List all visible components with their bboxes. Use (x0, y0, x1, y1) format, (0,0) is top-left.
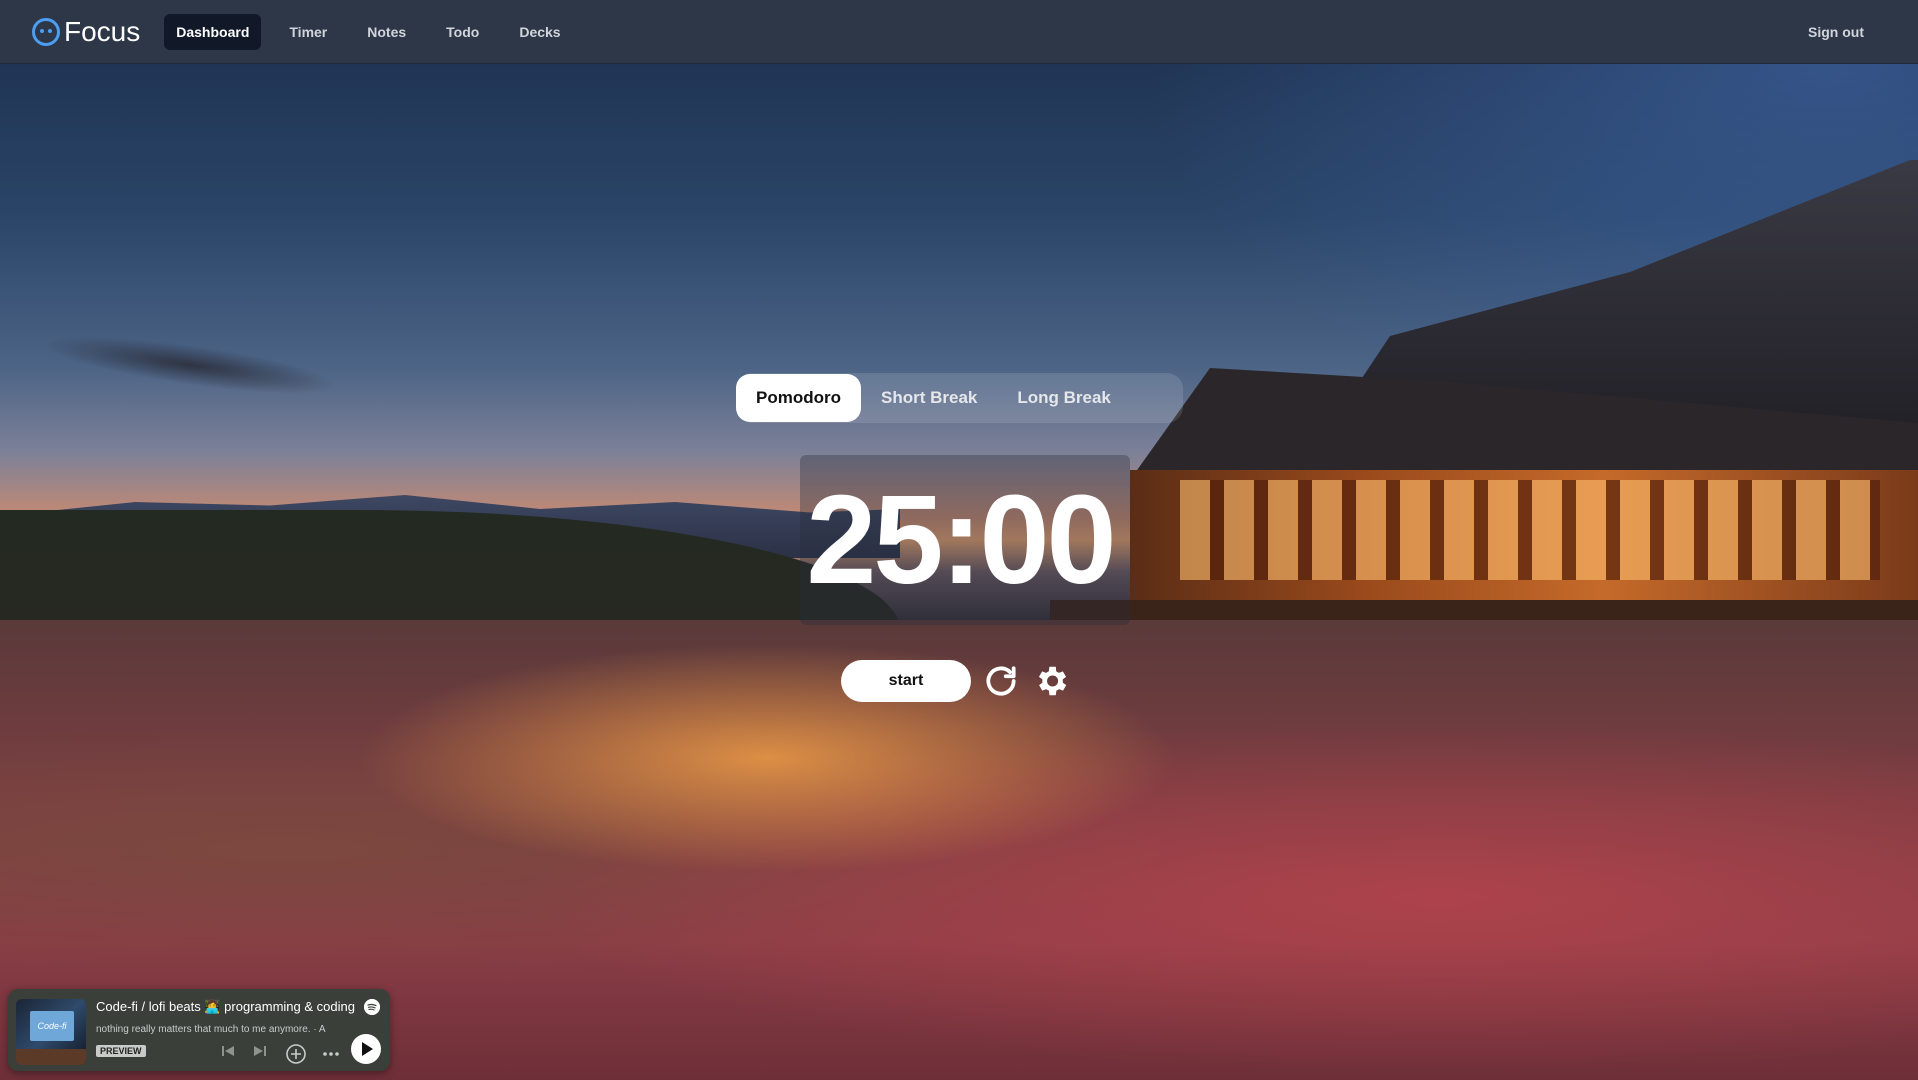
player-title[interactable]: Code-fi / lofi beats 👩‍💻 programming & c… (96, 999, 361, 1015)
brand-name: Focus (64, 15, 141, 47)
album-art-desk (16, 1049, 86, 1065)
nav-item-todo[interactable]: Todo (434, 14, 491, 50)
timer-controls: start (841, 660, 1071, 702)
tab-pomodoro[interactable]: Pomodoro (736, 374, 861, 422)
skip-back-icon[interactable] (220, 1043, 236, 1059)
spotify-icon[interactable] (364, 999, 380, 1015)
preview-badge: PREVIEW (96, 1045, 146, 1057)
timer-mode-tabs: Pomodoro Short Break Long Break (736, 373, 1183, 423)
start-button[interactable]: start (841, 660, 971, 702)
nav-item-dashboard[interactable]: Dashboard (164, 13, 262, 50)
nav-item-notes[interactable]: Notes (355, 14, 418, 50)
gear-icon[interactable] (1031, 661, 1071, 701)
album-art: Code-fi (16, 999, 86, 1065)
navbar: Focus Dashboard Timer Notes Todo Decks S… (0, 0, 1918, 64)
add-icon[interactable] (285, 1043, 307, 1065)
sign-out-button[interactable]: Sign out (1796, 14, 1876, 50)
nav-item-decks[interactable]: Decks (507, 14, 572, 50)
album-art-text: Code-fi (30, 1011, 74, 1041)
temple-windows (1180, 480, 1880, 580)
more-icon[interactable] (322, 1051, 340, 1057)
player-subtitle: nothing really matters that much to me a… (96, 1024, 326, 1035)
play-icon[interactable] (350, 1033, 382, 1065)
focus-logo-icon (32, 17, 60, 46)
refresh-icon[interactable] (981, 661, 1021, 701)
skip-forward-icon[interactable] (252, 1043, 268, 1059)
tab-long-break[interactable]: Long Break (997, 374, 1131, 422)
brand-logo[interactable]: Focus (32, 16, 140, 48)
spotify-player: Code-fi Code-fi / lofi beats 👩‍💻 program… (8, 989, 390, 1071)
nav-item-timer[interactable]: Timer (277, 14, 339, 50)
tab-short-break[interactable]: Short Break (861, 374, 997, 422)
timer-display: 25:00 (806, 469, 1116, 610)
